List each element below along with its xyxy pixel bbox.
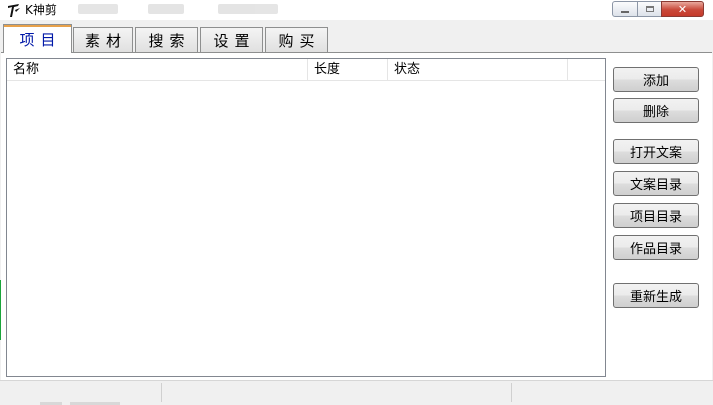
column-header-status[interactable]: 状态 — [388, 59, 568, 81]
k-logo-icon — [8, 4, 20, 17]
column-header-name[interactable]: 名称 — [7, 59, 308, 81]
add-button[interactable]: 添加 — [613, 67, 699, 92]
close-icon: ✕ — [677, 2, 688, 16]
status-panel-2 — [162, 383, 512, 402]
delete-button[interactable]: 删除 — [613, 98, 699, 123]
background-window-ghost — [70, 0, 330, 20]
status-panel-1 — [4, 383, 162, 402]
column-header-filler — [568, 59, 605, 81]
tab-strip: 项目 素材 搜索 设置 购买 — [0, 24, 713, 53]
maximize-button[interactable] — [637, 1, 662, 17]
tab-purchase[interactable]: 购买 — [265, 27, 328, 52]
app-window: K神剪 ✕ 项目 素材 搜索 设置 购买 名称 长度 状态 添加 删除 打开文案… — [0, 0, 713, 405]
window-title: K神剪 — [25, 3, 57, 17]
tab-settings[interactable]: 设置 — [200, 27, 263, 52]
minimize-button[interactable] — [612, 1, 638, 17]
tab-project[interactable]: 项目 — [3, 24, 72, 53]
list-header: 名称 长度 状态 — [7, 59, 605, 81]
maximize-icon — [645, 6, 654, 12]
minimize-icon — [621, 10, 629, 13]
script-folder-button[interactable]: 文案目录 — [613, 171, 699, 196]
regenerate-button[interactable]: 重新生成 — [613, 283, 699, 308]
close-button[interactable]: ✕ — [661, 1, 704, 17]
tab-search[interactable]: 搜索 — [135, 27, 198, 52]
tab-material[interactable]: 素材 — [73, 27, 133, 52]
open-script-button[interactable]: 打开文案 — [613, 139, 699, 164]
project-folder-button[interactable]: 项目目录 — [613, 203, 699, 228]
works-folder-button[interactable]: 作品目录 — [613, 235, 699, 260]
title-bar[interactable]: K神剪 ✕ — [0, 0, 713, 20]
project-list[interactable]: 名称 长度 状态 — [6, 58, 606, 377]
column-header-length[interactable]: 长度 — [308, 59, 388, 81]
status-panel-3 — [512, 383, 708, 402]
